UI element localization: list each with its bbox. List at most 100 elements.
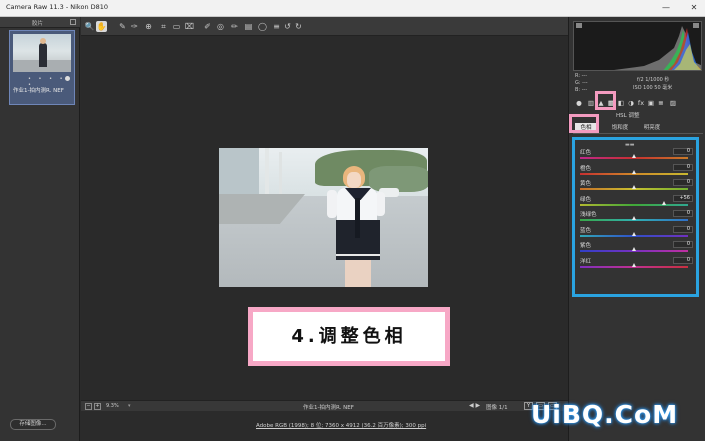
slider-value-input[interactable]: 0 [673,179,693,186]
image-count: 图像 1/1 [486,405,508,411]
shadow-clipping-icon[interactable] [576,23,582,28]
zoom-dropdown-icon[interactable]: ▾ [128,403,131,409]
slider-row: 浅绿色 0 [579,210,695,225]
slider-value-input[interactable]: 0 [673,148,693,155]
watermark-text: UiBQ.CoM [531,400,679,429]
slider-label: 绿色 [580,196,592,203]
readout-g: G: --- [575,80,588,86]
preview-photo [219,148,428,287]
toolbar: 🔍 ✋ ✎ ✑ ⊕ ⌗ ▭ ⌧ ✐ ◎ ✏ ▤ ◯ ≡ ↺ ↻ [81,17,568,36]
slider-thumb[interactable] [632,216,636,220]
slider-label: 洋红 [580,258,592,265]
step-label-text: 4.调整色相 [291,326,407,347]
rotate-right-icon[interactable]: ↻ [293,21,304,32]
slider-thumb[interactable] [632,169,636,174]
slider-row: 红色 0 [579,148,695,163]
readout-camera: f/2 1/1000 秒 [637,77,670,83]
tone-curve-icon[interactable]: ▥ [587,99,595,107]
subtab-2[interactable]: 明亮度 [639,123,665,133]
readout-r: R: --- [575,73,588,79]
slider-label: 紫色 [580,243,592,249]
slider-thumb[interactable] [632,231,636,236]
slider-row: 绿色 +56 [579,194,695,210]
filmstrip-panel: 胶片 • • • • • 作业1-拍内测R. NEF 存储图像... [0,17,80,441]
white-balance-icon[interactable]: ✎ [117,21,128,32]
snapshots-icon[interactable]: ▨ [669,99,677,107]
thumbnail-filename: 作业1-拍内测R. NEF [13,88,64,94]
subtab-1[interactable]: 饱和度 [607,123,633,133]
slider-label: 蓝色 [580,227,592,234]
basic-icon[interactable]: ● [575,99,583,107]
status-filename: 作业1-拍内测R. NEF [303,405,354,411]
slider-track[interactable] [580,203,688,206]
workflow-options-link[interactable]: Adobe RGB (1998); 8 位; 7360 x 4912 (36.2… [256,421,426,429]
watermark-logo: UiBQ.CoM [531,400,678,429]
slider-value-input[interactable]: 0 [673,241,693,248]
image-nav-arrows[interactable]: ◀ ▶ [469,402,480,409]
radial-filter-icon[interactable]: ◯ [257,21,268,32]
hsl-sliders: ▬▬ 红色 0 橙色 0 黄色 0 绿色 +56 浅绿色 0 蓝色 0 紫色 0 洋红 0 [572,137,699,297]
slider-value-input[interactable]: +56 [673,194,693,202]
preferences-icon[interactable]: ≡ [271,21,282,32]
straighten-icon[interactable]: ▭ [171,21,182,32]
zoom-in-button[interactable]: + [94,403,101,410]
save-image-button[interactable]: 存储图像... [10,419,56,430]
slider-value-input[interactable]: 0 [673,163,693,171]
split-toning-icon[interactable]: ◧ [617,99,625,107]
slider-row: 洋红 0 [579,256,695,272]
readout-iso: ISO 100 50 毫米 [633,85,673,91]
slider-value-input[interactable]: 0 [673,256,693,264]
slider-label: 红色 [580,150,592,156]
rotate-left-icon[interactable]: ↺ [282,21,293,32]
red-eye-icon[interactable]: ◎ [215,21,226,32]
thumbnail-image [13,34,71,72]
highlight-clipping-icon[interactable] [693,23,699,28]
histogram [573,21,702,71]
slider-thumb[interactable] [632,185,636,189]
highlight-hsl-tab [595,91,616,110]
minimize-icon[interactable]: — [660,2,672,14]
zoom-icon[interactable]: 🔍 [84,21,95,32]
color-sampler-icon[interactable]: ✑ [129,21,140,32]
calibration-icon[interactable]: ▣ [647,99,655,107]
target-adjust-icon[interactable]: ⊕ [143,21,154,32]
status-bar: − + 9.3% ▾ 作业1-拍内测R. NEF ◀ ▶ 图像 1/1 Y ▭ … [81,400,568,411]
panel-tab-icons: ● ▥ ▲ ▦ ◧ ◑ fx ▣ ≣ ▨ [573,97,703,109]
slider-thumb[interactable] [632,247,636,251]
slider-row: 黄色 0 [579,179,695,194]
filmstrip-header: 胶片 [0,17,80,28]
graduated-filter-icon[interactable]: ▤ [243,21,254,32]
slider-value-input[interactable]: 0 [673,210,693,217]
slider-row: 蓝色 0 [579,225,695,241]
transform-icon[interactable]: ⌧ [184,21,195,32]
slider-thumb[interactable] [662,200,667,205]
adjustment-brush-icon[interactable]: ✏ [229,21,240,32]
readout-b: B: --- [575,87,588,93]
panel-title: HSL 调整 [616,113,640,119]
lens-icon[interactable]: ◑ [627,99,635,107]
slider-label: 黄色 [580,181,592,187]
crop-icon[interactable]: ⌗ [158,21,169,32]
filmstrip-thumbnail[interactable]: • • • • • 作业1-拍内测R. NEF [9,30,75,105]
slider-thumb[interactable] [632,154,636,158]
step-label-box: 4.调整色相 [248,307,450,366]
slider-row: 紫色 0 [579,241,695,256]
slider-label: 橙色 [580,165,592,172]
close-icon[interactable]: ✕ [688,2,700,14]
title-bar: Camera Raw 11.3 - Nikon D810 — ✕ [0,0,705,17]
slider-label: 浅绿色 [580,212,597,218]
slider-row: 橙色 0 [579,163,695,179]
spot-removal-icon[interactable]: ✐ [202,21,213,32]
hand-icon[interactable]: ✋ [96,21,107,32]
slider-value-input[interactable]: 0 [673,225,693,233]
zoom-level[interactable]: 9.3% [106,403,119,409]
presets-icon[interactable]: ≣ [657,99,665,107]
slider-thumb[interactable] [632,262,636,267]
effects-icon[interactable]: fx [637,99,645,107]
thumbnail-edited-badge-icon [65,76,70,81]
filmstrip-menu-icon[interactable] [70,19,76,25]
histogram-graph [614,26,701,70]
zoom-out-button[interactable]: − [85,403,92,410]
window-title: Camera Raw 11.3 - Nikon D810 [6,3,109,11]
highlight-hue-tab [569,114,599,133]
